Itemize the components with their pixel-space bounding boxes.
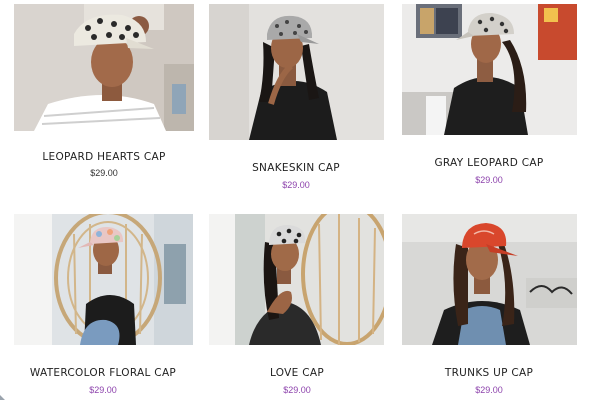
product-image[interactable] <box>14 4 194 131</box>
product-title[interactable]: SNAKESKIN CAP <box>196 162 396 174</box>
product-title[interactable]: LEOPARD HEARTS CAP <box>4 151 204 163</box>
product-image[interactable] <box>209 4 384 140</box>
product-price: $29.00 <box>90 168 118 178</box>
page-corner-marker <box>0 391 8 400</box>
product-price: $29.00 <box>283 385 311 395</box>
product-image[interactable] <box>14 214 193 345</box>
product-price: $29.00 <box>89 385 117 395</box>
product-price: $29.00 <box>475 175 503 185</box>
product-title[interactable]: TRUNKS UP CAP <box>389 367 589 379</box>
product-title[interactable]: GRAY LEOPARD CAP <box>389 157 589 169</box>
product-title[interactable]: LOVE CAP <box>197 367 397 379</box>
product-price: $29.00 <box>282 180 310 190</box>
product-image[interactable] <box>402 214 577 345</box>
product-price: $29.00 <box>475 385 503 395</box>
product-title[interactable]: WATERCOLOR FLORAL CAP <box>3 367 203 379</box>
product-image[interactable] <box>209 214 384 345</box>
product-image[interactable] <box>402 4 577 135</box>
